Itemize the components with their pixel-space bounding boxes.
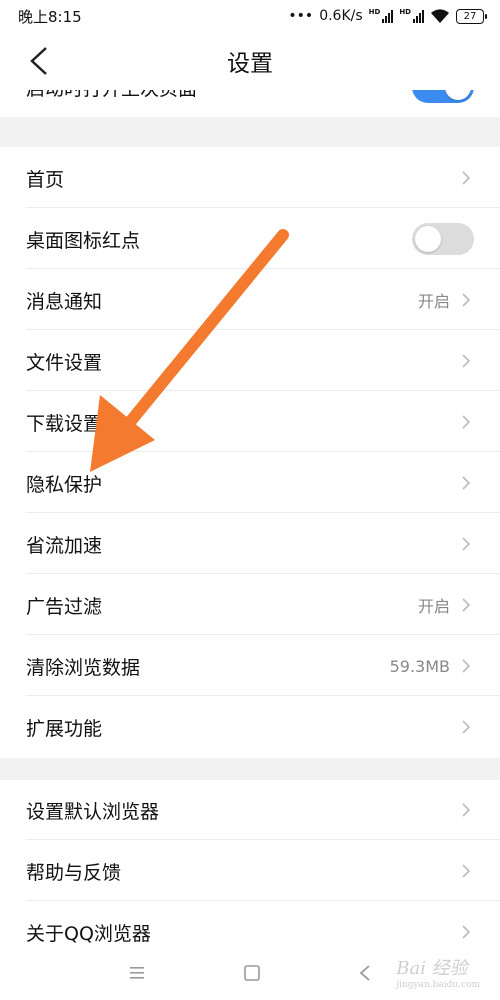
settings-row-download[interactable]: 下载设置 bbox=[0, 392, 500, 452]
row-label: 扩展功能 bbox=[26, 717, 103, 740]
chevron-right-icon bbox=[462, 415, 471, 429]
row-value: 开启 bbox=[417, 597, 450, 616]
settings-row-home[interactable]: 首页 bbox=[0, 148, 500, 208]
title-bar: 设置 bbox=[0, 32, 500, 90]
settings-row-restore-last-page[interactable]: 启动时打开上次页面 bbox=[0, 90, 500, 117]
chevron-right-icon bbox=[462, 293, 471, 307]
settings-row-data-saver[interactable]: 省流加速 bbox=[0, 514, 500, 574]
home-square-icon[interactable] bbox=[243, 964, 261, 982]
row-label: 消息通知 bbox=[26, 290, 103, 313]
row-value: 开启 bbox=[417, 292, 450, 311]
restore-last-page-toggle[interactable] bbox=[412, 90, 474, 103]
more-dots-icon: ••• bbox=[288, 8, 314, 24]
battery-level: 27 bbox=[463, 10, 477, 22]
settings-row-file[interactable]: 文件设置 bbox=[0, 331, 500, 391]
watermark-text: Bai 经验 bbox=[396, 958, 468, 979]
settings-row-clear-data[interactable]: 清除浏览数据 59.3MB bbox=[0, 636, 500, 696]
chevron-right-icon bbox=[462, 598, 471, 612]
settings-row-desktop-badge[interactable]: 桌面图标红点 bbox=[0, 209, 500, 269]
status-icons: ••• 0.6K/s HD HD 27 bbox=[288, 8, 487, 24]
row-value: 59.3MB bbox=[389, 656, 450, 676]
status-bar: 晚上8:15 ••• 0.6K/s HD HD 27 bbox=[0, 0, 500, 32]
row-label: 桌面图标红点 bbox=[26, 229, 141, 252]
page-title: 设置 bbox=[227, 51, 273, 77]
section-gap bbox=[0, 758, 500, 780]
row-label: 首页 bbox=[26, 168, 65, 191]
chevron-right-icon bbox=[462, 720, 471, 734]
row-label: 广告过滤 bbox=[26, 595, 103, 618]
wifi-icon bbox=[431, 8, 449, 23]
battery-icon: 27 bbox=[456, 8, 487, 24]
chevron-right-icon bbox=[462, 659, 471, 673]
status-time: 晚上8:15 bbox=[18, 7, 82, 26]
desktop-badge-toggle[interactable] bbox=[412, 223, 474, 255]
signal-icon-2: HD bbox=[399, 9, 424, 23]
settings-row-default-browser[interactable]: 设置默认浏览器 bbox=[0, 780, 500, 840]
menu-icon[interactable] bbox=[128, 966, 146, 980]
row-label: 隐私保护 bbox=[26, 473, 103, 496]
partial-row-clip-bottom: 关于QQ浏览器 bbox=[0, 902, 500, 945]
watermark-sub: jingyan.baidu.com bbox=[396, 980, 480, 990]
chevron-right-icon bbox=[462, 803, 471, 817]
row-label: 省流加速 bbox=[26, 534, 103, 557]
row-label: 文件设置 bbox=[26, 351, 103, 374]
chevron-right-icon bbox=[462, 925, 471, 939]
watermark: Bai 经验 jingyan.baidu.com bbox=[396, 954, 480, 990]
back-triangle-icon[interactable] bbox=[358, 964, 372, 982]
row-label: 关于QQ浏览器 bbox=[26, 922, 151, 945]
chevron-left-icon bbox=[30, 47, 47, 75]
row-label: 下载设置 bbox=[26, 412, 103, 435]
chevron-right-icon bbox=[462, 476, 471, 490]
settings-row-about[interactable]: 关于QQ浏览器 bbox=[0, 902, 500, 945]
row-label: 帮助与反馈 bbox=[26, 861, 122, 884]
chevron-right-icon bbox=[462, 537, 471, 551]
settings-row-ad-filter[interactable]: 广告过滤 开启 bbox=[0, 575, 500, 635]
section-gap bbox=[0, 117, 500, 147]
settings-row-help[interactable]: 帮助与反馈 bbox=[0, 841, 500, 901]
settings-row-notifications[interactable]: 消息通知 开启 bbox=[0, 270, 500, 330]
row-label: 设置默认浏览器 bbox=[26, 800, 160, 823]
partial-row-clip: 启动时打开上次页面 bbox=[0, 90, 500, 117]
chevron-right-icon bbox=[462, 171, 471, 185]
chevron-right-icon bbox=[462, 354, 471, 368]
settings-row-privacy[interactable]: 隐私保护 bbox=[0, 453, 500, 513]
row-label: 启动时打开上次页面 bbox=[26, 90, 197, 101]
back-button[interactable] bbox=[22, 44, 56, 78]
signal-icon: HD bbox=[369, 9, 394, 23]
chevron-right-icon bbox=[462, 864, 471, 878]
settings-row-extensions[interactable]: 扩展功能 bbox=[0, 697, 500, 757]
row-label: 清除浏览数据 bbox=[26, 656, 141, 679]
network-speed: 0.6K/s bbox=[319, 8, 363, 24]
